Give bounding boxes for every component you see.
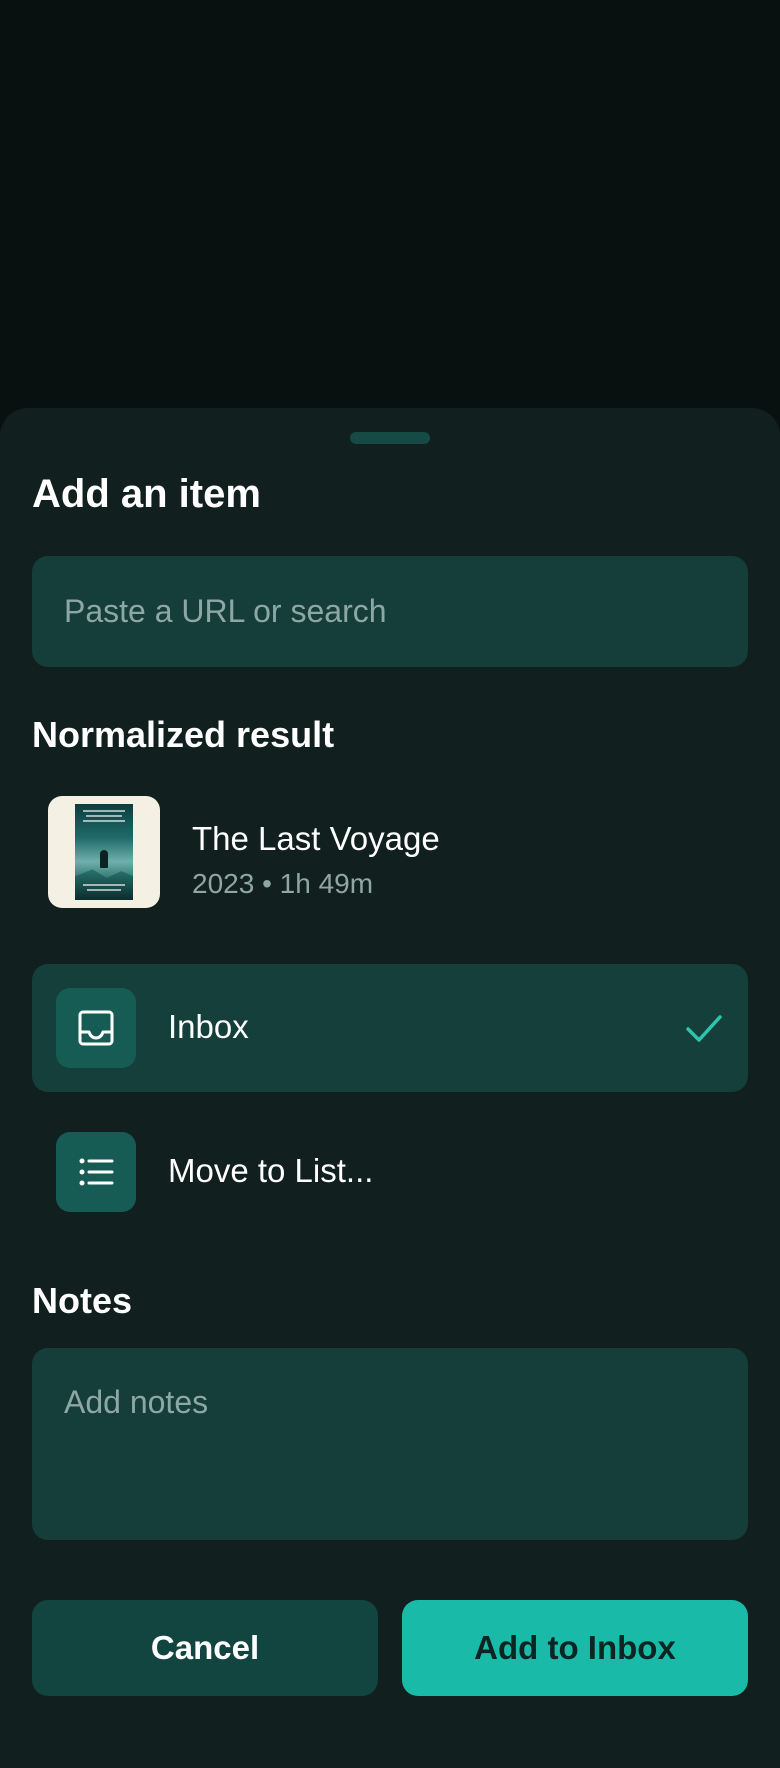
sheet-drag-handle[interactable] bbox=[350, 432, 430, 444]
cancel-button[interactable]: Cancel bbox=[32, 1600, 378, 1696]
sheet-title: Add an item bbox=[32, 472, 261, 516]
add-to-inbox-button[interactable]: Add to Inbox bbox=[402, 1600, 748, 1696]
inbox-tray-icon bbox=[56, 988, 136, 1068]
result-title: The Last Voyage bbox=[192, 820, 440, 857]
url-search-input[interactable] bbox=[32, 556, 748, 667]
notes-heading: Notes bbox=[32, 1280, 133, 1321]
inbox-option-label: Inbox bbox=[168, 1008, 249, 1045]
move-to-list-option-label: Move to List... bbox=[168, 1152, 374, 1189]
notes-textarea[interactable] bbox=[32, 1348, 748, 1540]
destination-move-to-list-option[interactable]: Move to List... bbox=[32, 1108, 748, 1236]
normalized-result-item[interactable]: The Last Voyage 2023 • 1h 49m bbox=[32, 778, 748, 938]
normalized-result-heading: Normalized result bbox=[32, 714, 335, 755]
add-item-bottom-sheet: Add an item Normalized result The Last V… bbox=[0, 408, 780, 1768]
result-meta: 2023 • 1h 49m bbox=[192, 868, 374, 899]
movie-poster-thumbnail bbox=[48, 796, 160, 908]
check-icon bbox=[686, 1015, 722, 1042]
list-icon bbox=[56, 1132, 136, 1212]
destination-inbox-option[interactable]: Inbox bbox=[32, 964, 748, 1092]
poster-figure-silhouette bbox=[100, 850, 108, 868]
movie-poster-image bbox=[75, 804, 133, 900]
